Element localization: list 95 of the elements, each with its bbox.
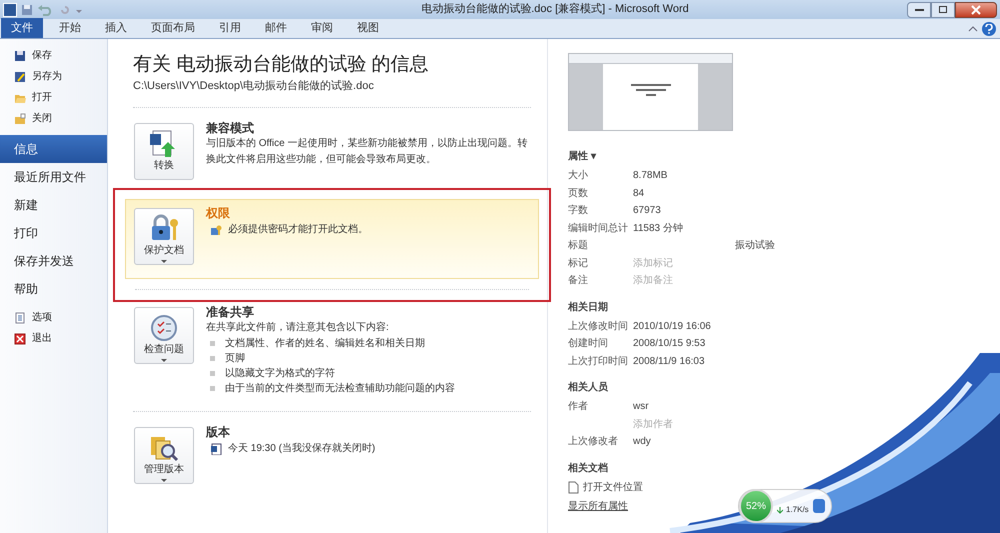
network-speed-widget[interactable]: 52% 1.7K/s	[738, 489, 832, 523]
document-icon	[568, 481, 579, 494]
minimize-button[interactable]	[907, 2, 931, 18]
property-label: 标记	[568, 258, 588, 269]
download-arrow-icon	[777, 506, 783, 514]
menu-item[interactable]: 退出	[0, 328, 107, 349]
menu-item[interactable]: 帮助	[0, 275, 107, 303]
save-as-icon	[14, 70, 26, 82]
section-title: 准备共享	[206, 304, 255, 320]
word-document-icon	[210, 442, 222, 454]
note-text: 今天 19:30 (当我没保存就关闭时)	[228, 442, 376, 456]
section-button[interactable]: 转换	[134, 122, 194, 180]
ribbon-tab[interactable]: 视图	[347, 18, 389, 38]
exit-icon	[14, 332, 26, 344]
section-title: 版本	[206, 424, 231, 440]
ribbon-tab[interactable]: 邮件	[255, 18, 297, 38]
menu-item[interactable]: 新建	[0, 191, 107, 219]
property-value: 8.78MB	[633, 169, 668, 184]
widget-toggle-icon[interactable]	[812, 499, 825, 513]
note-text: 必须提供密码才能打开此文档。	[228, 222, 368, 236]
section-title: 权限	[206, 204, 231, 220]
ribbon-tab[interactable]: 开始	[49, 18, 91, 38]
bullet-icon	[210, 370, 215, 376]
property-label: 上次修改者	[568, 436, 618, 448]
menu-item[interactable]: 信息	[0, 135, 107, 163]
section-button[interactable]: 保护文档	[134, 208, 194, 264]
ribbon-tab[interactable]: 审阅	[301, 18, 343, 38]
property-label: 大小	[568, 170, 588, 182]
property-value: 11583 分钟	[633, 222, 683, 236]
checklist-icon	[149, 312, 179, 342]
bullet-text: 文档属性、作者的姓名、编辑姓名和相关日期	[225, 336, 425, 350]
bullet-icon	[210, 386, 215, 390]
property-label: 备注	[568, 275, 588, 286]
section-button[interactable]: 管理版本	[134, 426, 194, 484]
bullet-icon	[210, 340, 215, 346]
section-description: 与旧版本的 Office 一起使用时，某些新功能被禁用，以防止出现问题。转换此文件将启用这些功能，但可能会导致布局更改。	[206, 136, 528, 166]
section-description: 在共享此文件前，请注意其包含以下内容:	[206, 320, 390, 334]
ribbon-tab[interactable]: 引用	[209, 18, 251, 38]
property-value: wdy	[633, 435, 651, 450]
section-button[interactable]: 检查问题	[134, 306, 194, 364]
group-header: 属性 ▾	[568, 150, 598, 164]
caret-icon	[161, 358, 167, 362]
property-label: 标题	[568, 240, 588, 252]
group-header: 相关文档	[568, 462, 609, 476]
menu-item[interactable]: 打印	[0, 219, 107, 247]
window-title: 电动振动台能做的试验.doc [兼容模式] - Microsoft Word	[420, 2, 690, 18]
ribbon-tab[interactable]: 文件	[1, 18, 43, 38]
property-label: 上次打印时间	[568, 356, 628, 367]
save-icon	[14, 50, 26, 62]
lock-key-icon	[210, 224, 222, 236]
ribbon-tab[interactable]: 插入	[95, 18, 137, 38]
property-label: 创建时间	[568, 338, 608, 350]
property-value: 67973	[633, 204, 661, 218]
menu-item[interactable]: 最近所用文件	[0, 163, 107, 191]
file-path: C:\Users\IVY\Desktop\电动振动台能做的试验.doc	[133, 79, 375, 94]
caret-icon	[161, 260, 167, 262]
close-icon	[971, 4, 981, 15]
document-icon	[14, 312, 26, 324]
bullet-text: 由于当前的文件类型而无法检查辅助功能问题的内容	[225, 382, 455, 396]
group-header: 相关日期	[568, 300, 609, 314]
open-file-location-link[interactable]: 打开文件位置	[583, 480, 643, 495]
menu-item[interactable]: 关闭	[0, 108, 107, 129]
save-icon[interactable]	[21, 4, 33, 16]
menu-item[interactable]: 选项	[0, 307, 107, 328]
property-value[interactable]: 振动试验	[735, 238, 775, 254]
property-value: wsr	[633, 400, 649, 414]
menu-item[interactable]: 另存为	[0, 66, 107, 87]
property-label: 作者	[568, 401, 588, 412]
menu-item[interactable]: 保存	[0, 45, 107, 66]
show-all-properties-link[interactable]: 显示所有属性	[568, 498, 628, 514]
property-value: 2008/10/15 9:53	[633, 337, 706, 352]
close-button[interactable]	[955, 2, 997, 18]
help-icon[interactable]	[982, 22, 996, 36]
property-label: 页数	[568, 188, 588, 199]
collapse-ribbon-icon[interactable]	[968, 24, 978, 34]
folder-icon	[14, 112, 26, 124]
property-label: 字数	[568, 205, 588, 216]
page-heading: 有关 电动振动台能做的试验 的信息	[133, 53, 430, 77]
caret-icon	[161, 478, 167, 482]
bullet-text: 以隐藏文字为格式的字符	[225, 366, 335, 380]
property-label: 编辑时间总计	[568, 222, 628, 234]
ribbon-tab[interactable]: 页面布局	[141, 18, 205, 38]
section-title: 兼容模式	[206, 120, 255, 136]
download-speed: 1.7K/s	[786, 504, 809, 516]
bullet-icon	[210, 356, 215, 360]
property-label: 上次修改时间	[568, 320, 628, 332]
usage-gauge: 52%	[739, 489, 773, 523]
group-header: 相关人员	[568, 380, 609, 395]
menu-item[interactable]: 保存并发送	[0, 247, 107, 275]
restore-button[interactable]	[931, 2, 955, 18]
property-value: 2008/11/9 16:03	[633, 354, 705, 369]
menu-item[interactable]: 打开	[0, 87, 107, 108]
property-value: 2010/10/19 16:06	[633, 320, 711, 334]
bullet-text: 页脚	[225, 352, 245, 366]
property-value: 84	[633, 186, 644, 201]
